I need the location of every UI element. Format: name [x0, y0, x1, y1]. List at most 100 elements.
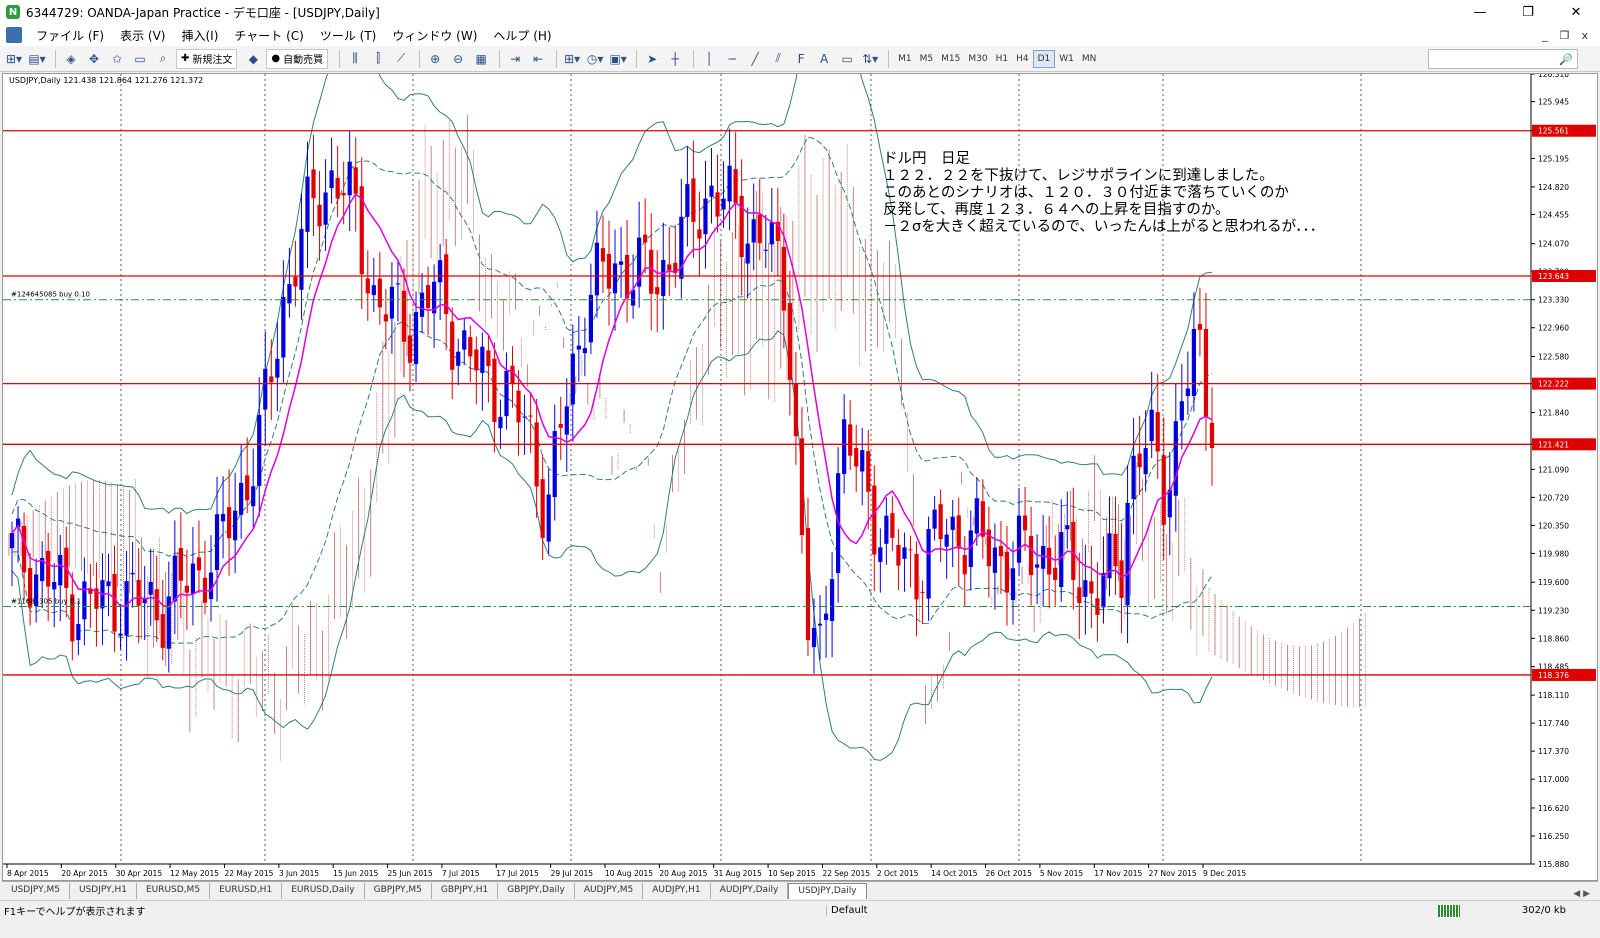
timeframe-m15[interactable]: M15 [937, 50, 964, 68]
new-order-button[interactable]: ✚ 新規注文 [176, 48, 238, 69]
timeframe-m1[interactable]: M1 [894, 50, 916, 68]
text-label-icon[interactable]: ▭ [837, 49, 857, 69]
indicators-icon[interactable]: ⊞▾ [562, 49, 582, 69]
candle-body [799, 438, 805, 536]
mdi-restore-button[interactable]: ❐ [1560, 29, 1570, 42]
price-tick-label: 119.980 [1538, 549, 1569, 558]
horizontal-line-icon[interactable]: ─ [722, 49, 742, 69]
price-tag-label: 122.222 [1538, 380, 1569, 389]
maximize-button[interactable]: ❐ [1504, 0, 1552, 24]
candle-body [1185, 388, 1190, 397]
candle-body [872, 485, 877, 555]
candle-body [1131, 455, 1136, 500]
timeframe-h4[interactable]: H4 [1012, 50, 1033, 68]
templates-icon[interactable]: ▣▾ [608, 49, 628, 69]
timeframe-h1[interactable]: H1 [992, 50, 1013, 68]
tab-usdjpy-h1[interactable]: USDJPY,H1 [70, 883, 137, 899]
tab-audjpy-daily[interactable]: AUDJPY,Daily [711, 883, 789, 899]
bar-chart-icon[interactable]: ⫼ [345, 49, 365, 69]
profiles-icon[interactable]: ▤▾ [27, 49, 47, 69]
channel-icon[interactable]: ⫽ [768, 49, 788, 69]
toolbar-divider [888, 49, 890, 68]
auto-scroll-icon[interactable]: ⇥ [505, 49, 525, 69]
close-button[interactable]: ✕ [1552, 0, 1600, 24]
candle-body [667, 264, 672, 271]
text-icon[interactable]: A [814, 49, 834, 69]
cursor-icon[interactable]: ➤ [642, 49, 662, 69]
navigator-icon[interactable]: ✩ [107, 49, 127, 69]
tab-scroll-arrows[interactable]: ◀ ▶ [1573, 889, 1590, 899]
tab-usdjpy-daily[interactable]: USDJPY,Daily [788, 883, 867, 899]
terminal-icon[interactable]: ▭ [130, 49, 150, 69]
candle-body [1155, 412, 1160, 452]
new-chart-icon[interactable]: ⊞▾ [4, 49, 24, 69]
candle-body [1071, 521, 1076, 581]
timeframe-d1[interactable]: D1 [1032, 49, 1056, 68]
candle-body [269, 376, 274, 383]
trendline-icon[interactable]: ╱ [745, 49, 765, 69]
timeframe-m5[interactable]: M5 [916, 50, 938, 68]
menu-chart[interactable]: チャート (C) [226, 27, 311, 44]
candle-body [1137, 453, 1142, 468]
metaeditor-icon[interactable]: ◆ [243, 49, 263, 69]
candle-body [154, 589, 159, 621]
annotation-line: ドル円 日足 [883, 151, 970, 167]
tab-eurusd-m5[interactable]: EURUSD,M5 [137, 883, 211, 899]
tab-audjpy-h1[interactable]: AUDJPY,H1 [643, 883, 711, 899]
tile-windows-icon[interactable]: ▦ [471, 49, 491, 69]
menu-window[interactable]: ウィンドウ (W) [384, 27, 485, 44]
mdi-minimize-button[interactable]: _ [1542, 29, 1548, 42]
zoom-in-icon[interactable]: ⊕ [425, 49, 445, 69]
tester-icon[interactable]: ⌕ [153, 49, 173, 69]
periods-icon[interactable]: ◷▾ [585, 49, 605, 69]
tab-audjpy-m5[interactable]: AUDJPY,M5 [575, 883, 644, 899]
price-tick-label: 121.090 [1538, 465, 1569, 474]
chart-shift-icon[interactable]: ⇤ [528, 49, 548, 69]
symbol-ohlc-label: USDJPY,Daily 121.438 121.864 121.276 121… [9, 76, 204, 85]
auto-trade-button[interactable]: ● 自動売買 [266, 48, 329, 69]
timeframe-m30[interactable]: M30 [964, 50, 991, 68]
candle-body [534, 422, 539, 487]
candle-body [1035, 564, 1040, 568]
candle-body [914, 553, 919, 600]
minimize-button[interactable]: — [1456, 0, 1504, 24]
tab-gbpjpy-daily[interactable]: GBPJPY,Daily [498, 883, 575, 899]
mdi-close-button[interactable]: x [1581, 29, 1588, 42]
tab-gbpjpy-h1[interactable]: GBPJPY,H1 [432, 883, 499, 899]
chart-annotation: ドル円 日足 １２２．２２を下抜けて、レジサポラインに到達しました。 このあとの… [883, 151, 1324, 236]
candle-body [233, 510, 238, 541]
crosshair-icon[interactable]: ┼ [665, 49, 685, 69]
menu-file[interactable]: ファイル (F) [28, 27, 112, 44]
timeframe-w1[interactable]: W1 [1055, 50, 1078, 68]
menu-view[interactable]: 表示 (V) [112, 27, 173, 44]
menu-insert[interactable]: 挿入(I) [173, 27, 226, 44]
vertical-line-icon[interactable]: │ [699, 49, 719, 69]
tab-eurusd-daily[interactable]: EURUSD,Daily [282, 883, 365, 899]
search-icon[interactable]: 🔎 [1559, 53, 1573, 66]
line-chart-icon[interactable]: ⟋ [391, 49, 411, 69]
timeframe-mn[interactable]: MN [1078, 50, 1101, 68]
price-tick-label: 125.195 [1538, 154, 1569, 163]
candle-body [709, 185, 714, 197]
candle-body [407, 335, 413, 363]
data-window-icon[interactable]: ✥ [84, 49, 104, 69]
candle-body [112, 573, 117, 632]
menu-help[interactable]: ヘルプ (H) [485, 27, 559, 44]
chart-window-icon[interactable] [6, 27, 22, 43]
candlestick-icon[interactable]: ⫿ [368, 49, 388, 69]
price-chart[interactable]: 126.310 125.945 125.561 125.195 124.820 124.4… [3, 74, 1597, 880]
candle-body [486, 350, 491, 367]
arrows-icon[interactable]: ⇅▾ [860, 49, 880, 69]
tab-eurusd-h1[interactable]: EURUSD,H1 [210, 883, 283, 899]
zoom-out-icon[interactable]: ⊖ [448, 49, 468, 69]
candle-body [926, 528, 931, 599]
tab-usdjpy-m5[interactable]: USDJPY,M5 [2, 883, 70, 899]
menu-tools[interactable]: ツール (T) [312, 27, 385, 44]
fibonacci-icon[interactable]: F [791, 49, 811, 69]
tab-gbpjpy-m5[interactable]: GBPJPY,M5 [365, 883, 432, 899]
candle-body [878, 547, 883, 562]
candle-body [842, 419, 847, 474]
search-input[interactable]: 🔎 [1428, 49, 1578, 69]
chart-window[interactable]: 126.310 125.945 125.561 125.195 124.820 124.4… [2, 73, 1598, 881]
market-watch-icon[interactable]: ◈ [61, 49, 81, 69]
